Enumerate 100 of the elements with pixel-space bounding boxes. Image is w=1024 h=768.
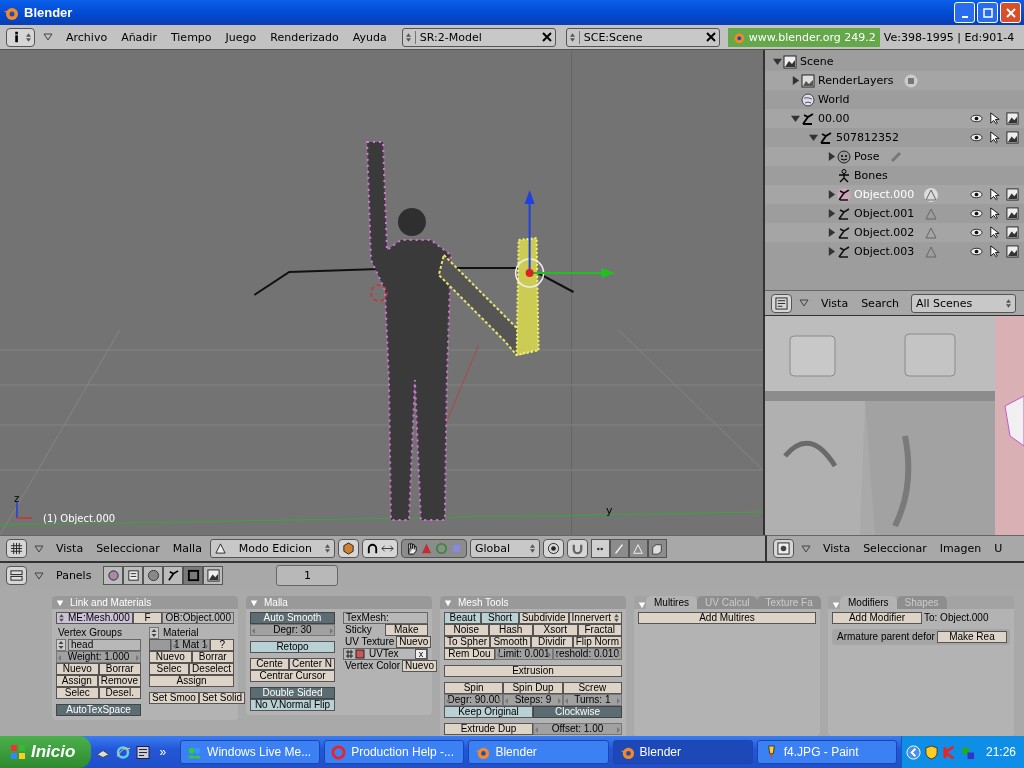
panel-button[interactable]: Cente	[250, 658, 289, 670]
panel-button[interactable]: Add Multires	[638, 612, 816, 624]
object-context-button[interactable]	[163, 566, 184, 585]
toggle-button[interactable]: Auto Smooth	[250, 612, 335, 624]
number-field[interactable]: Weight: 1.000	[56, 651, 141, 663]
caret-icon[interactable]	[34, 544, 44, 553]
frame-number-field[interactable]: 1	[276, 565, 339, 586]
toggle-button[interactable]: Retopo	[250, 641, 335, 653]
number-field[interactable]: Offset: 1.00	[533, 723, 622, 735]
menu-item[interactable]: Seleccionar	[858, 542, 932, 555]
panel-button[interactable]: Make Rea	[936, 631, 1007, 643]
close-icon[interactable]	[541, 32, 552, 42]
material-swatch[interactable]	[149, 639, 171, 651]
toggle-button[interactable]: Short	[481, 612, 519, 624]
text-field[interactable]: TexMesh:	[343, 612, 428, 624]
panel-button[interactable]: Set Smoo	[149, 692, 199, 704]
expand-arrow-icon[interactable]	[773, 57, 782, 66]
panel-button[interactable]: Subdivide	[518, 612, 569, 624]
pointer-icon[interactable]	[988, 188, 1001, 201]
eye-icon[interactable]	[970, 245, 983, 258]
menu-item[interactable]: Vista	[818, 542, 856, 555]
editor-type-button[interactable]	[6, 27, 35, 47]
eye-icon[interactable]	[970, 112, 983, 125]
panel-button[interactable]: Selec	[56, 687, 99, 699]
menu-item[interactable]: Tiempo	[165, 30, 217, 44]
outliner-item[interactable]: Scene	[800, 55, 834, 68]
panel-button[interactable]: Center N	[289, 658, 335, 670]
panel-button[interactable]: Dividir	[531, 636, 573, 648]
taskbar-button[interactable]: Production Help -...	[324, 740, 465, 764]
eye-icon[interactable]	[970, 131, 983, 144]
shield-icon[interactable]	[923, 744, 939, 760]
shading-button[interactable]	[337, 539, 359, 558]
pointer-icon[interactable]	[988, 207, 1001, 220]
panel-button[interactable]: Borrar	[98, 663, 141, 675]
menu-item[interactable]: Vista	[816, 296, 854, 310]
collapse-arrow-icon[interactable]	[250, 598, 258, 607]
panel-button[interactable]: To Spher	[444, 636, 491, 648]
menu-item[interactable]: U	[989, 542, 1008, 555]
pointer-icon[interactable]	[988, 131, 1001, 144]
proportional-button[interactable]	[542, 539, 564, 558]
number-field[interactable]: Degr: 30	[250, 624, 335, 636]
panel-button[interactable]: F	[132, 612, 163, 624]
menu-item[interactable]: Juego	[220, 30, 262, 44]
menu-item[interactable]: Imagen	[934, 542, 987, 555]
updown-icon[interactable]	[149, 627, 159, 639]
collapse-arrow-icon[interactable]	[444, 598, 452, 607]
more-icon[interactable]: »	[159, 745, 167, 759]
outliner-item[interactable]: Object.001	[854, 207, 915, 220]
menu-item[interactable]: Añadir	[116, 30, 162, 44]
tray-app-icon[interactable]	[959, 744, 975, 760]
expand-arrow-icon[interactable]	[827, 228, 836, 237]
panel-button[interactable]: Desel.	[98, 687, 141, 699]
number-field[interactable]: reshold: 0.010	[552, 648, 622, 660]
render-icon[interactable]	[1006, 131, 1019, 144]
panel-button[interactable]: Set Solid	[198, 692, 245, 704]
editor-type-button[interactable]	[771, 293, 792, 313]
editing-context-button[interactable]	[183, 566, 204, 585]
panel-button[interactable]: Nuevo	[402, 660, 437, 672]
render-icon[interactable]	[1006, 207, 1019, 220]
taskbar-button[interactable]: f4.JPG - Paint	[756, 740, 897, 764]
expand-arrow-icon[interactable]	[791, 76, 800, 85]
text-field[interactable]: OB:Object.000	[162, 612, 234, 624]
outliner-item[interactable]: Object.002	[854, 226, 915, 239]
menu-button[interactable]: Innervert	[568, 612, 622, 624]
caret-icon[interactable]	[801, 544, 811, 553]
text-field[interactable]: head	[68, 639, 141, 651]
panel-button[interactable]: Deselect	[189, 663, 234, 675]
shading-context-button[interactable]	[143, 566, 164, 585]
expand-arrow-icon[interactable]	[827, 152, 836, 161]
menu-item[interactable]: Vista	[51, 542, 89, 555]
editor-type-button[interactable]	[6, 539, 27, 558]
panel-button[interactable]: Borrar	[191, 651, 234, 663]
panel-button[interactable]: Assign	[149, 675, 234, 687]
scope-dropdown[interactable]: All Scenes	[910, 293, 1016, 313]
eye-icon[interactable]	[970, 207, 983, 220]
panel-button[interactable]: Fractal	[577, 624, 622, 636]
app-icon[interactable]	[135, 743, 152, 761]
scene-context-button[interactable]	[203, 566, 224, 585]
delete-layer-button[interactable]: x	[415, 649, 427, 659]
screen-field[interactable]: SR:2-Model	[401, 27, 556, 47]
menu-item[interactable]: Malla	[167, 542, 207, 555]
close-button[interactable]	[1000, 2, 1021, 23]
panel-button[interactable]: Add Modifier	[832, 612, 922, 624]
render-icon[interactable]	[1006, 188, 1019, 201]
menu-item[interactable]: Search	[856, 296, 904, 310]
caret-icon[interactable]	[43, 33, 53, 41]
editor-type-button[interactable]	[6, 566, 27, 585]
panel-tab[interactable]: Modifiers	[840, 596, 897, 609]
panel-button[interactable]: Hash	[488, 624, 533, 636]
menu-item[interactable]: Seleccionar	[91, 542, 165, 555]
close-icon[interactable]	[705, 32, 716, 42]
toggle-button[interactable]: Keep Original	[444, 706, 533, 718]
panel-button[interactable]: Screw	[562, 682, 622, 694]
collapse-arrow-icon[interactable]	[56, 598, 64, 607]
toggle-button[interactable]: No V.Normal Flip	[250, 699, 335, 711]
minimize-button[interactable]	[954, 2, 975, 23]
menu-item[interactable]: Renderizado	[265, 30, 344, 44]
panel-button[interactable]: Rem Dou	[444, 648, 495, 660]
panel-button[interactable]: Make	[384, 624, 428, 636]
render-icon[interactable]	[1006, 112, 1019, 125]
